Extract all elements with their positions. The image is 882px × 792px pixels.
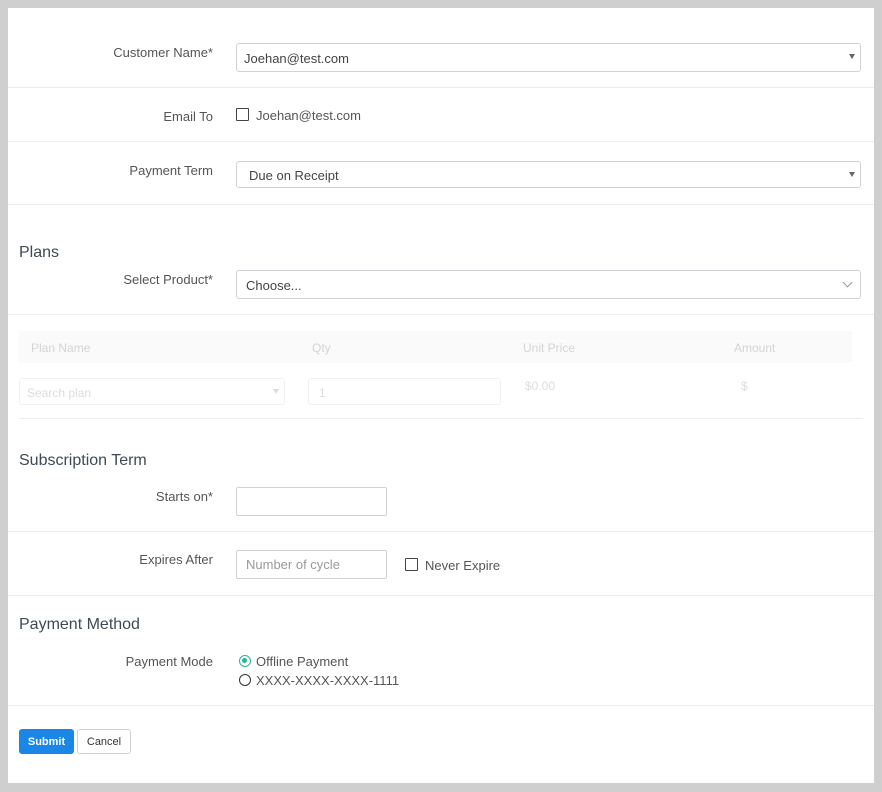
email-to-label: Email To [163, 109, 213, 124]
caret-down-icon [849, 172, 855, 177]
cancel-button[interactable]: Cancel [77, 729, 131, 754]
divider [8, 141, 874, 142]
card-payment-label: XXXX-XXXX-XXXX-1111 [256, 673, 400, 688]
card-payment-radio[interactable] [239, 674, 251, 686]
customer-name-value: Joehan@test.com [244, 51, 349, 66]
plan-unit-price: $0.00 [525, 379, 556, 393]
divider [8, 705, 874, 706]
expires-after-label: Expires After [139, 552, 213, 567]
divider [8, 595, 874, 596]
customer-name-select[interactable]: Joehan@test.com [236, 43, 861, 72]
expires-after-input[interactable] [236, 550, 387, 579]
customer-name-label: Customer Name* [113, 45, 213, 60]
plans-heading: Plans [19, 244, 60, 261]
plan-qty-input[interactable]: 1 [308, 378, 501, 405]
payment-term-select[interactable]: Due on Receipt [236, 161, 861, 188]
plan-search-placeholder: Search plan [27, 386, 92, 400]
amount-column: Amount [734, 341, 776, 355]
offline-payment-radio[interactable] [239, 655, 251, 667]
plan-name-column: Plan Name [31, 341, 91, 355]
starts-on-label: Starts on* [155, 489, 213, 504]
payment-term-value: Due on Receipt [249, 168, 339, 183]
divider [8, 87, 874, 88]
caret-down-icon [849, 54, 855, 59]
qty-column: Qty [312, 341, 331, 355]
caret-down-icon [273, 389, 279, 394]
email-to-checkbox-label: Joehan@test.com [256, 108, 361, 123]
subscription-form: Customer Name* Joehan@test.com Email To … [8, 8, 874, 783]
never-expire-checkbox[interactable] [405, 558, 418, 571]
payment-term-label: Payment Term [129, 163, 213, 178]
plan-search-select[interactable]: Search plan [19, 378, 285, 405]
plan-amount: $ [741, 379, 748, 393]
offline-payment-label: Offline Payment [256, 654, 349, 669]
divider [8, 204, 874, 205]
never-expire-label: Never Expire [425, 558, 501, 573]
divider [8, 531, 874, 532]
payment-method-heading: Payment Method [19, 616, 140, 633]
plan-qty-value: 1 [319, 386, 326, 400]
select-product-value: Choose... [246, 278, 302, 293]
email-to-checkbox[interactable] [236, 108, 249, 121]
payment-mode-label: Payment Mode [125, 654, 213, 669]
divider [8, 314, 874, 315]
submit-button[interactable]: Submit [19, 729, 74, 754]
divider [19, 418, 863, 419]
unit-price-column: Unit Price [523, 341, 576, 355]
chevron-down-icon [842, 277, 853, 288]
subscription-term-heading: Subscription Term [19, 452, 147, 469]
select-product-label: Select Product* [123, 272, 213, 287]
select-product-dropdown[interactable]: Choose... [236, 270, 861, 299]
starts-on-input[interactable] [236, 487, 387, 516]
plan-table-header: Plan Name Qty Unit Price Amount [19, 331, 852, 363]
